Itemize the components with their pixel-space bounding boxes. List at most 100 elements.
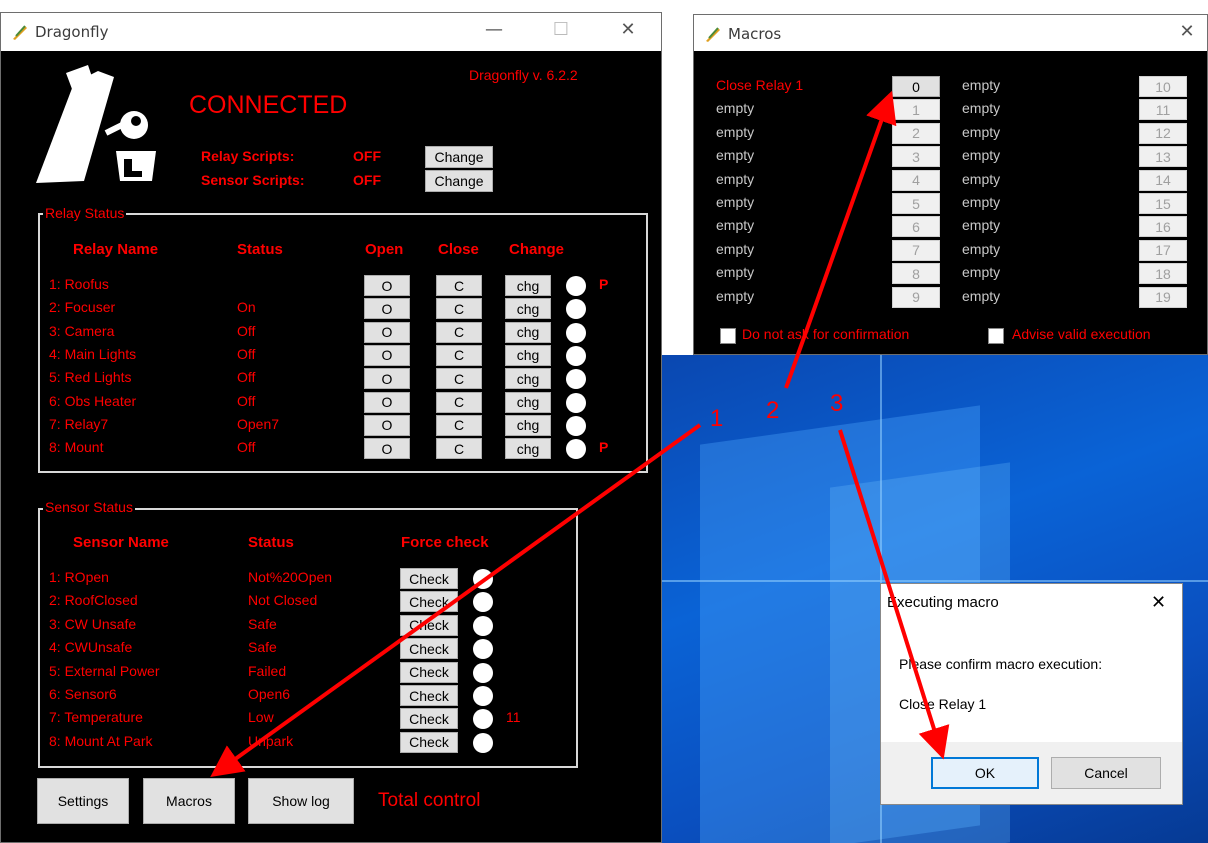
sensor-check-button[interactable]: Check (400, 731, 458, 753)
maximize-button[interactable]: ☐ (546, 19, 576, 40)
cancel-button[interactable]: Cancel (1051, 757, 1161, 789)
macro-button[interactable]: 19 (1139, 286, 1187, 308)
relay-name-header: Relay Name (73, 241, 159, 258)
relay-open-button[interactable]: O (364, 438, 410, 460)
sensor-check-button[interactable]: Check (400, 591, 458, 613)
close-button[interactable]: ✕ (613, 19, 643, 40)
macro-button[interactable]: 5 (892, 193, 940, 214)
relay-close-button[interactable]: C (436, 391, 482, 413)
relay-close-button[interactable]: C (436, 321, 482, 343)
sensor-check-button[interactable]: Check (400, 568, 458, 589)
relay-open-button[interactable]: O (364, 298, 410, 320)
sensor-name: 1: ROpen (49, 569, 109, 585)
relay-change-button[interactable]: chg (505, 391, 551, 413)
macro-label: empty (716, 100, 755, 117)
relay-close-button[interactable]: C (436, 275, 482, 296)
macro-label: empty (716, 123, 755, 140)
dialog-close-button[interactable]: ✕ (1151, 592, 1166, 613)
macro-label: empty (716, 264, 755, 281)
relay-close-button[interactable]: C (436, 298, 482, 320)
settings-button[interactable]: Settings (37, 778, 129, 824)
relay-status: On (237, 299, 256, 316)
ok-button[interactable]: OK (931, 757, 1039, 789)
macro-label: empty (962, 100, 1001, 117)
macro-button[interactable]: 4 (892, 169, 940, 191)
relay-state-indicator (566, 392, 586, 413)
macros-app-icon (706, 27, 720, 42)
sensor-check-button[interactable]: Check (400, 661, 458, 683)
relay-open-button[interactable]: O (364, 275, 410, 296)
macro-button[interactable]: 10 (1139, 76, 1187, 97)
relay-open-button[interactable]: O (364, 391, 410, 413)
relay-open-button[interactable]: O (364, 414, 410, 436)
advise-checkbox[interactable] (988, 328, 1004, 344)
macro-button[interactable]: 18 (1139, 263, 1187, 285)
sensor-status: Open6 (248, 686, 291, 702)
dialog-title: Executing macro (887, 594, 999, 611)
macro-button[interactable]: 0 (892, 76, 940, 97)
relay-change-button[interactable]: chg (505, 368, 551, 390)
desktop-top-strip (0, 0, 1208, 12)
relay-open-button[interactable]: O (364, 368, 410, 390)
show-log-button[interactable]: Show log (248, 778, 354, 824)
minimize-button[interactable]: — (479, 19, 509, 40)
macro-button[interactable]: 15 (1139, 193, 1187, 214)
dialog-macro-name: Close Relay 1 (899, 696, 987, 712)
dialog-titlebar[interactable]: Executing macro ✕ (881, 584, 1182, 622)
macros-button[interactable]: Macros (143, 778, 235, 824)
desktop-light-line (660, 580, 1208, 582)
macro-button[interactable]: 3 (892, 146, 940, 168)
sensor-state-indicator (473, 569, 493, 589)
relay-name: 7: Relay7 (49, 415, 109, 432)
sensor-status: Unpark (248, 732, 294, 749)
macro-button[interactable]: 7 (892, 239, 940, 261)
macro-button[interactable]: 2 (892, 122, 940, 144)
macro-label: empty (962, 170, 1001, 187)
macro-label: empty (716, 287, 755, 304)
relay-change-button[interactable]: chg (505, 298, 551, 320)
relay-change-button[interactable]: chg (505, 321, 551, 343)
relay-close-button[interactable]: C (436, 368, 482, 390)
relay-close-button[interactable]: C (436, 438, 482, 460)
macro-button[interactable]: 12 (1139, 122, 1187, 144)
sensor-scripts-change-button[interactable]: Change (425, 170, 493, 192)
macro-button[interactable]: 1 (892, 99, 940, 121)
macros-titlebar[interactable]: Macros ✕ (694, 15, 1207, 51)
relay-open-button[interactable]: O (364, 321, 410, 343)
tagline-label: Total control (378, 790, 481, 811)
no-confirm-checkbox[interactable] (720, 328, 736, 344)
relay-change-header: Change (509, 241, 565, 258)
sensor-check-button[interactable]: Check (400, 708, 458, 730)
relay-change-button[interactable]: chg (505, 344, 551, 366)
dragonfly-titlebar[interactable]: Dragonfly — ☐ ✕ (1, 13, 661, 51)
executing-macro-dialog: Executing macro ✕ Please confirm macro e… (880, 583, 1183, 805)
relay-change-button[interactable]: chg (505, 438, 551, 460)
relay-close-button[interactable]: C (436, 344, 482, 366)
relay-status: Off (237, 345, 256, 362)
relay-state-indicator (566, 322, 586, 343)
macro-button[interactable]: 14 (1139, 169, 1187, 191)
macro-button[interactable]: 13 (1139, 146, 1187, 168)
macros-title: Macros (728, 25, 782, 43)
relay-state-indicator (566, 439, 586, 460)
relay-name: 5: Red Lights (49, 369, 132, 386)
connection-status: CONNECTED (189, 91, 348, 119)
relay-change-button[interactable]: chg (505, 275, 551, 296)
macro-button[interactable]: 9 (892, 286, 940, 308)
macros-close-button[interactable]: ✕ (1172, 21, 1202, 42)
macro-button[interactable]: 16 (1139, 216, 1187, 238)
sensor-check-button[interactable]: Check (400, 638, 458, 660)
relay-scripts-change-button[interactable]: Change (425, 146, 493, 168)
relay-name: 1: Roofus (49, 276, 109, 292)
macro-button[interactable]: 17 (1139, 239, 1187, 261)
macro-button[interactable]: 8 (892, 263, 940, 285)
sensor-check-button[interactable]: Check (400, 685, 458, 706)
macro-label: empty (962, 287, 1001, 304)
relay-close-button[interactable]: C (436, 414, 482, 436)
macro-button[interactable]: 6 (892, 216, 940, 238)
relay-change-button[interactable]: chg (505, 414, 551, 436)
sensor-check-button[interactable]: Check (400, 614, 458, 636)
relay-open-button[interactable]: O (364, 344, 410, 366)
relay-scripts-value: OFF (353, 148, 381, 164)
macro-button[interactable]: 11 (1139, 99, 1187, 121)
